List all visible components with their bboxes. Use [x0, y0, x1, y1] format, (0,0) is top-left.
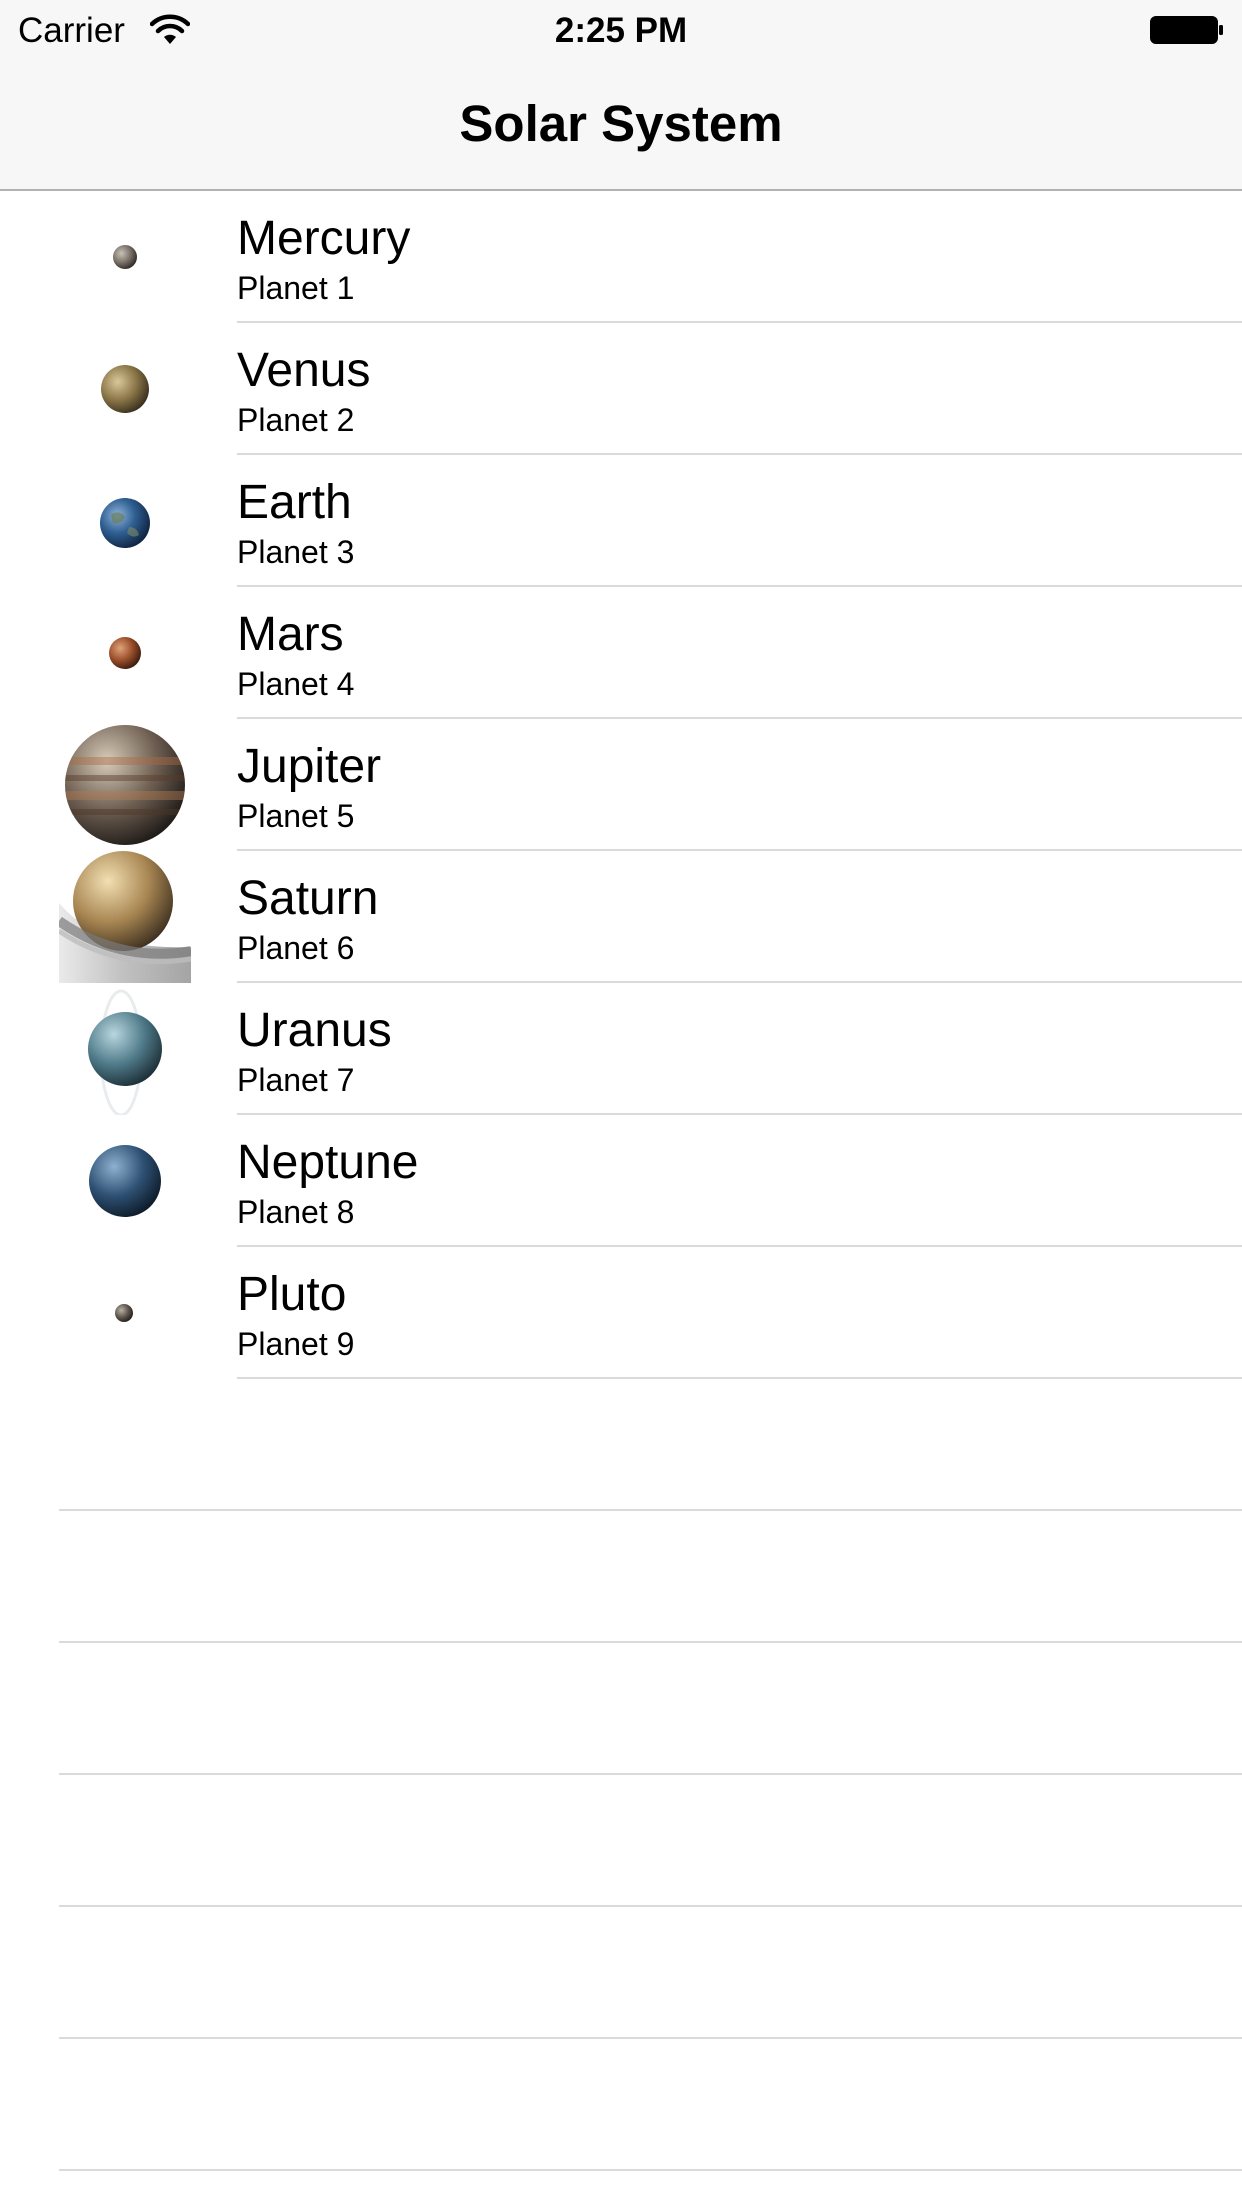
planet-subtitle: Planet 4 — [237, 666, 355, 702]
status-bar: Carrier 2:25 PM — [0, 0, 1242, 62]
planet-name: Earth — [237, 476, 352, 529]
mercury-icon — [59, 191, 191, 323]
page-title: Solar System — [459, 95, 783, 152]
empty-row — [0, 1907, 1242, 2039]
table-row[interactable]: Pluto Planet 9 — [0, 1247, 1242, 1379]
battery-icon — [1150, 14, 1226, 46]
venus-icon — [59, 323, 191, 455]
planet-subtitle: Planet 5 — [237, 798, 355, 834]
table-row[interactable]: Venus Planet 2 — [0, 323, 1242, 455]
planet-subtitle: Planet 3 — [237, 534, 355, 570]
screen: Carrier 2:25 PM Solar System Mercury Pla… — [0, 0, 1242, 2208]
planet-subtitle: Planet 9 — [237, 1326, 355, 1362]
planet-name: Mercury — [237, 212, 411, 265]
table-row[interactable]: Mercury Planet 1 — [0, 191, 1242, 323]
planet-subtitle: Planet 6 — [237, 930, 355, 966]
empty-row — [0, 2171, 1242, 2208]
earth-icon — [59, 455, 191, 587]
mars-icon — [59, 587, 191, 719]
jupiter-icon — [59, 719, 191, 851]
planet-name: Pluto — [237, 1268, 347, 1321]
status-time: 2:25 PM — [554, 11, 688, 50]
planet-name: Neptune — [237, 1136, 419, 1189]
table-row[interactable]: Neptune Planet 8 — [0, 1115, 1242, 1247]
planet-subtitle: Planet 2 — [237, 402, 355, 438]
table-row[interactable]: Jupiter Planet 5 — [0, 719, 1242, 851]
navigation-bar: Carrier 2:25 PM Solar System — [0, 0, 1242, 191]
neptune-icon — [59, 1115, 191, 1247]
planet-name: Uranus — [237, 1004, 392, 1057]
empty-row — [0, 1511, 1242, 1643]
empty-row — [0, 1775, 1242, 1907]
empty-row — [0, 1379, 1242, 1511]
planet-subtitle: Planet 7 — [237, 1062, 355, 1098]
table-row[interactable]: Uranus Planet 7 — [0, 983, 1242, 1115]
empty-row — [0, 1643, 1242, 1775]
pluto-icon — [59, 1247, 191, 1379]
table-row[interactable]: Mars Planet 4 — [0, 587, 1242, 719]
planet-name: Mars — [237, 608, 344, 661]
empty-row — [0, 2039, 1242, 2171]
planet-subtitle: Planet 1 — [237, 270, 355, 306]
saturn-icon — [59, 851, 191, 983]
planet-table: Mercury Planet 1 Venus Planet 2 Earth Pl… — [0, 191, 1242, 2208]
planet-subtitle: Planet 8 — [237, 1194, 355, 1230]
planet-name: Venus — [237, 344, 371, 397]
uranus-icon — [59, 983, 191, 1115]
planet-name: Saturn — [237, 872, 379, 925]
planet-name: Jupiter — [237, 740, 382, 793]
table-row[interactable]: Saturn Planet 6 — [0, 851, 1242, 983]
table-row[interactable]: Earth Planet 3 — [0, 455, 1242, 587]
